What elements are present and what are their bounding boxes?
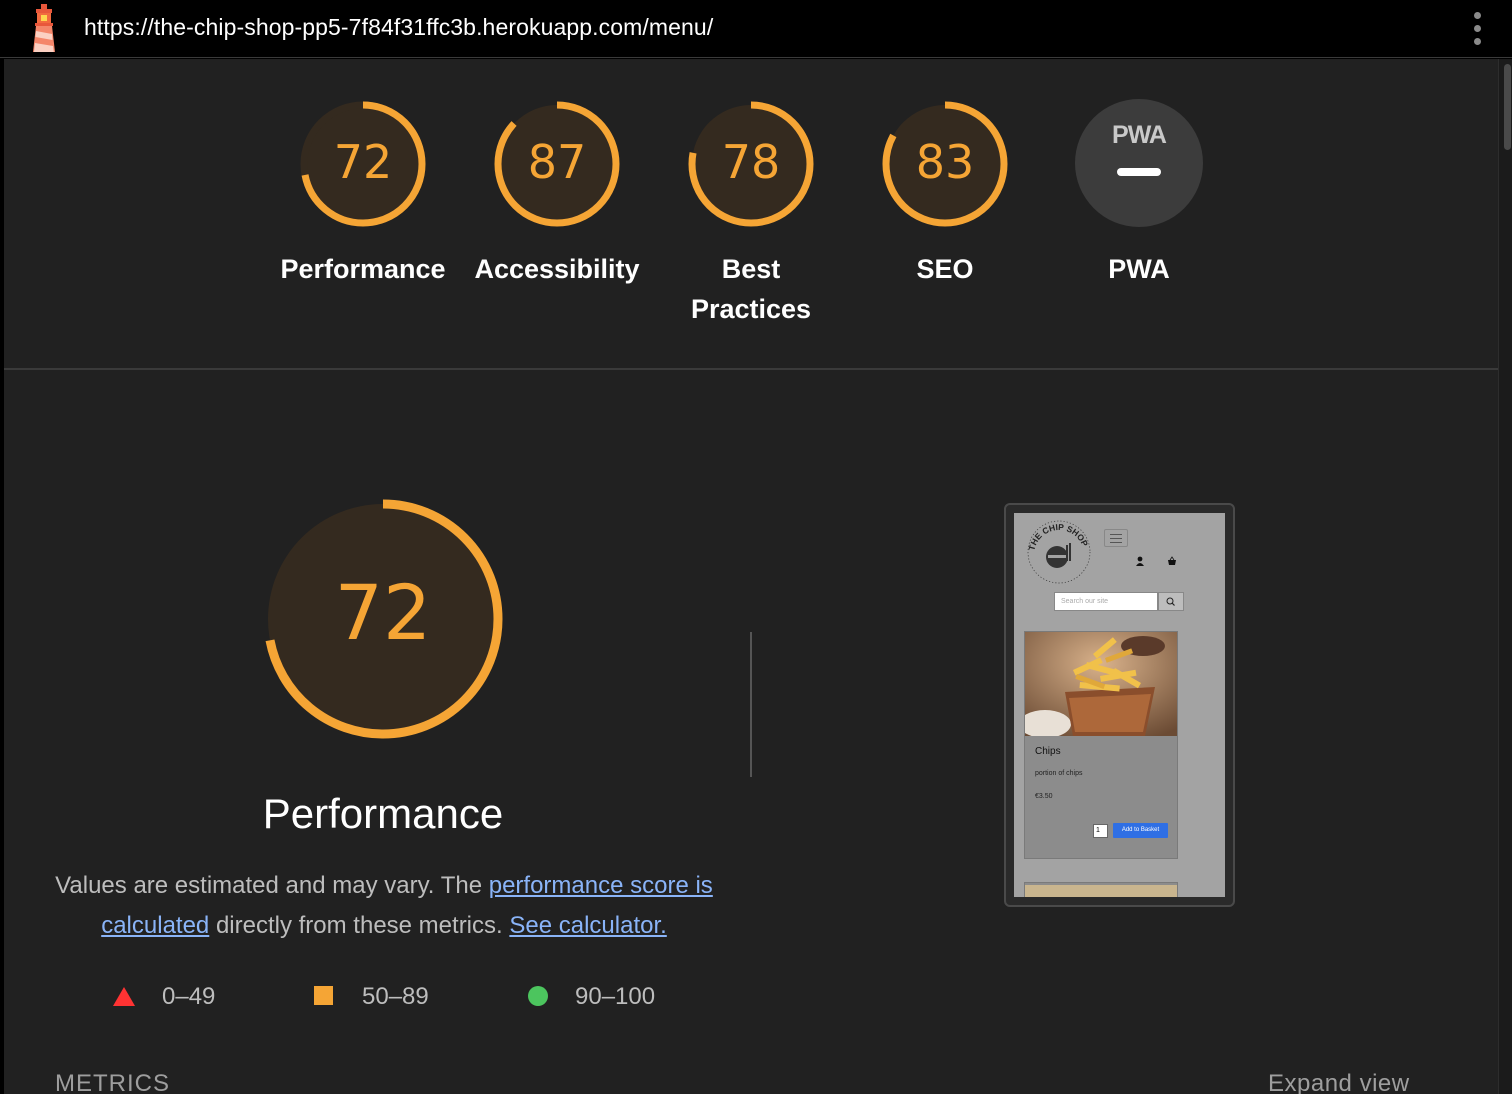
scrollbar-thumb[interactable]	[1504, 64, 1511, 150]
basket-icon[interactable]	[1167, 556, 1177, 566]
performance-gauge-large: 72	[262, 498, 504, 740]
gauge-score: 83	[915, 135, 975, 189]
add-to-basket-button[interactable]: Add to Basket	[1113, 823, 1168, 838]
chips-image	[1025, 632, 1177, 736]
screenshot-page: THE CHIP SHOP Search our site Chips port…	[1014, 513, 1225, 897]
browser-toolbar: https://the-chip-shop-pp5-7f84f31ffc3b.h…	[0, 0, 1512, 58]
desc-prefix: Values are estimated and may vary. The	[55, 872, 489, 899]
search-icon	[1166, 597, 1175, 606]
gauge-pwa[interactable]: PWA	[1075, 99, 1203, 227]
gauge-label-accessibility[interactable]: Accessibility	[462, 249, 652, 289]
product-card-next	[1024, 882, 1178, 897]
see-calculator-link[interactable]: See calculator.	[509, 912, 666, 939]
section-divider	[4, 368, 1498, 370]
gauge-label-pwa[interactable]: PWA	[1044, 249, 1234, 289]
gauge-score: 87	[527, 135, 587, 189]
gauge-score: 72	[333, 135, 393, 189]
legend-fail-range: 0–49	[162, 983, 216, 1010]
fail-triangle-icon	[113, 987, 135, 1006]
metrics-heading: METRICS	[55, 1070, 170, 1094]
pwa-dash-icon	[1117, 168, 1161, 176]
desc-middle: directly from these metrics.	[209, 912, 510, 939]
gauge-seo[interactable]: 83	[880, 99, 1010, 229]
pass-circle-icon	[528, 986, 548, 1006]
screenshot-search-input[interactable]: Search our site	[1054, 592, 1158, 611]
hamburger-icon[interactable]	[1104, 529, 1128, 547]
gauge-performance[interactable]: 72	[298, 99, 428, 229]
gauge-label-best-practices[interactable]: Best Practices	[681, 249, 821, 329]
legend-average-range: 50–89	[362, 983, 429, 1010]
lighthouse-icon	[33, 4, 55, 52]
performance-title: Performance	[262, 790, 504, 837]
more-options-icon[interactable]	[1466, 10, 1490, 48]
screenshot-search-button[interactable]	[1158, 592, 1184, 611]
gauge-label-performance[interactable]: Performance	[268, 249, 458, 289]
product-name: Chips	[1035, 746, 1061, 757]
pwa-badge-icon: PWA	[1112, 121, 1167, 149]
final-screenshot[interactable]: THE CHIP SHOP Search our site Chips port…	[1004, 503, 1235, 907]
expand-view-link[interactable]: Expand view	[1268, 1070, 1410, 1094]
chip-shop-logo-icon: THE CHIP SHOP	[1026, 520, 1091, 584]
quantity-input[interactable]: 1	[1093, 824, 1108, 838]
product-description: portion of chips	[1035, 770, 1083, 777]
gauge-accessibility[interactable]: 87	[492, 99, 622, 229]
product-card: Chips portion of chips €3.50 1 Add to Ba…	[1024, 631, 1178, 859]
user-icon[interactable]	[1135, 556, 1145, 566]
performance-description: Values are estimated and may vary. The p…	[40, 866, 728, 946]
gauge-score: 78	[721, 135, 781, 189]
average-square-icon	[314, 986, 333, 1005]
scrollbar-track[interactable]	[1498, 59, 1512, 1094]
legend-pass-range: 90–100	[575, 983, 656, 1010]
address-bar-url[interactable]: https://the-chip-shop-pp5-7f84f31ffc3b.h…	[84, 14, 713, 41]
vertical-divider	[750, 632, 752, 777]
product-price: €3.50	[1035, 793, 1053, 800]
gauge-label-seo[interactable]: SEO	[850, 249, 1040, 289]
gauge-best-practices[interactable]: 78	[686, 99, 816, 229]
performance-score: 72	[334, 568, 432, 657]
